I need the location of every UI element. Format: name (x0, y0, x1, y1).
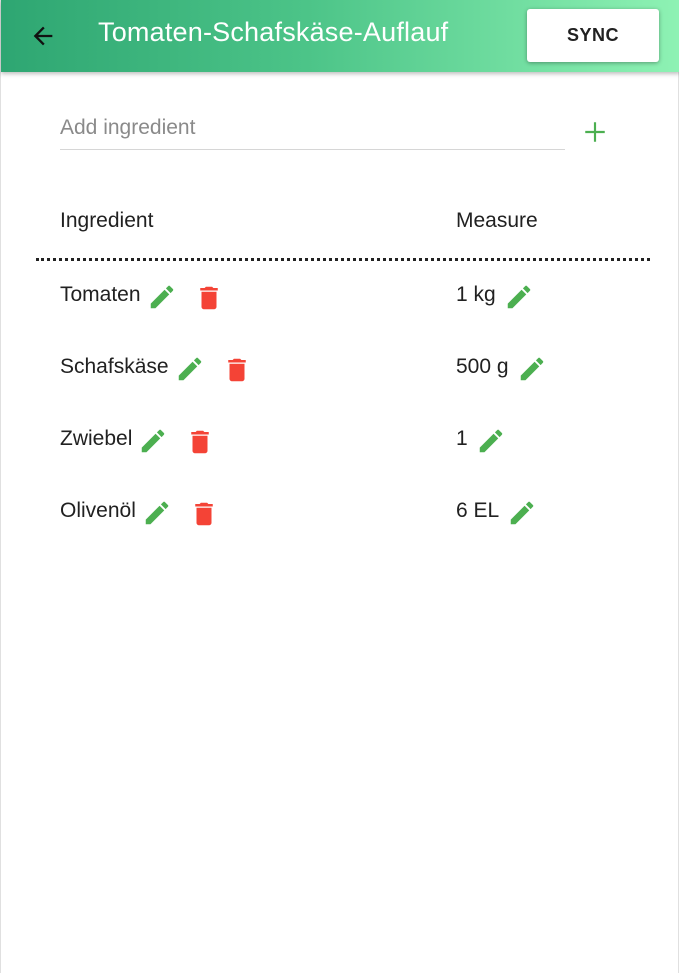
back-button[interactable] (23, 16, 63, 56)
edit-ingredient-icon[interactable] (138, 426, 168, 456)
sync-button[interactable]: SYNC (527, 9, 659, 62)
delete-ingredient-icon[interactable] (222, 355, 252, 385)
edit-ingredient-icon[interactable] (142, 498, 172, 528)
edit-measure-icon[interactable] (517, 354, 547, 384)
measure-value: 1 kg (456, 283, 496, 306)
edit-measure-icon[interactable] (507, 498, 537, 528)
column-header-measure: Measure (456, 209, 538, 232)
page-title: Tomaten-Schafskäse-Auflauf (98, 17, 449, 47)
table-row: Tomaten 1 kg (1, 283, 679, 333)
add-ingredient-input[interactable] (60, 106, 565, 150)
arrow-left-icon (33, 26, 53, 46)
edit-measure-icon[interactable] (476, 426, 506, 456)
measure-value: 6 EL (456, 499, 500, 522)
delete-ingredient-icon[interactable] (189, 499, 219, 529)
app-frame: Tomaten-Schafskäse-Auflauf SYNC Ingredie… (0, 0, 679, 973)
measure-value: 1 (456, 427, 468, 450)
table-row: Olivenöl 6 EL (1, 499, 679, 549)
delete-ingredient-icon[interactable] (194, 283, 224, 313)
add-ingredient-button[interactable] (579, 116, 611, 148)
ingredient-name: Schafskäse (60, 355, 169, 378)
ingredient-name: Tomaten (60, 283, 141, 306)
edit-ingredient-icon[interactable] (175, 354, 205, 384)
measure-value: 500 g (456, 355, 509, 378)
table-divider (36, 258, 650, 261)
delete-ingredient-icon[interactable] (185, 427, 215, 457)
table-row: Zwiebel 1 (1, 427, 679, 477)
edit-measure-icon[interactable] (504, 282, 534, 312)
ingredient-name: Zwiebel (60, 427, 133, 450)
column-header-ingredient: Ingredient (60, 209, 154, 232)
plus-icon (585, 122, 605, 142)
table-row: Schafskäse 500 g (1, 355, 679, 405)
app-bar: Tomaten-Schafskäse-Auflauf SYNC (1, 0, 679, 72)
ingredient-name: Olivenöl (60, 499, 136, 522)
edit-ingredient-icon[interactable] (147, 282, 177, 312)
